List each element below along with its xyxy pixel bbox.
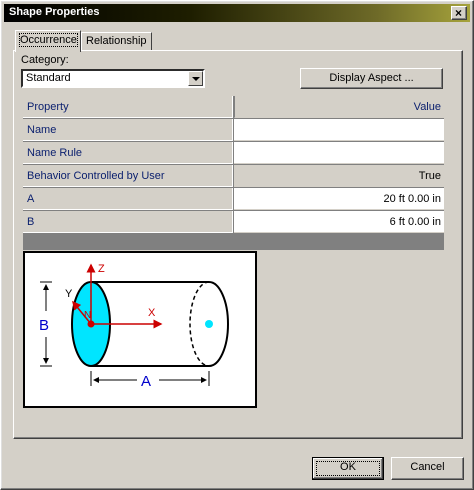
category-selected-value: Standard bbox=[26, 72, 71, 84]
focus-ring bbox=[316, 461, 380, 476]
cancel-button[interactable]: Cancel bbox=[391, 457, 464, 480]
y-axis-label: Y bbox=[65, 288, 73, 300]
shape-properties-dialog: Shape Properties × Occurrence Relationsh… bbox=[0, 0, 474, 490]
z-axis-label: Z bbox=[98, 263, 105, 275]
property-grid: Property Value Name Name Rule Behavior C… bbox=[23, 96, 444, 250]
tab-relationship[interactable]: Relationship bbox=[81, 32, 152, 51]
origin-point bbox=[87, 320, 95, 328]
dimension-a-label: A bbox=[141, 373, 151, 390]
tab-occurrence[interactable]: Occurrence bbox=[15, 30, 81, 52]
property-column-header: Property bbox=[23, 96, 233, 118]
table-row[interactable]: Behavior Controlled by User True bbox=[23, 165, 444, 188]
far-end-center bbox=[205, 320, 213, 328]
display-aspect-button[interactable]: Display Aspect ... bbox=[300, 68, 443, 89]
property-value-cell[interactable] bbox=[234, 119, 444, 141]
grid-header-row: Property Value bbox=[23, 96, 444, 119]
property-name-cell: Behavior Controlled by User bbox=[23, 165, 233, 187]
dimension-b-label: B bbox=[39, 317, 49, 334]
category-label: Category: bbox=[21, 54, 69, 66]
table-row[interactable]: A 20 ft 0.00 in bbox=[23, 188, 444, 211]
category-label-text: Category: bbox=[21, 54, 69, 66]
window-title: Shape Properties bbox=[9, 6, 100, 18]
property-name-cell: B bbox=[23, 211, 233, 233]
table-row[interactable]: B 6 ft 0.00 in bbox=[23, 211, 444, 234]
title-bar[interactable]: Shape Properties × bbox=[4, 4, 470, 22]
table-row[interactable]: Name Rule bbox=[23, 142, 444, 165]
close-button[interactable]: × bbox=[451, 6, 467, 20]
tab-occurrence-label: Occurrence bbox=[19, 33, 78, 47]
close-icon: × bbox=[455, 6, 463, 20]
value-column-header: Value bbox=[234, 96, 444, 118]
property-value-cell[interactable] bbox=[234, 142, 444, 164]
tab-relationship-label: Relationship bbox=[86, 35, 147, 47]
property-value-cell[interactable]: 6 ft 0.00 in bbox=[234, 211, 444, 233]
property-name-cell: Name bbox=[23, 119, 233, 141]
origin-label: N bbox=[84, 310, 91, 321]
category-select[interactable]: Standard bbox=[21, 69, 205, 88]
chevron-down-icon[interactable] bbox=[188, 71, 203, 86]
property-name-cell: Name Rule bbox=[23, 142, 233, 164]
property-value-cell[interactable]: 20 ft 0.00 in bbox=[234, 188, 444, 210]
ok-button[interactable]: OK bbox=[312, 457, 384, 480]
shape-diagram: Z X Y N B A bbox=[23, 251, 257, 408]
property-name-cell: A bbox=[23, 188, 233, 210]
table-row[interactable]: Name bbox=[23, 119, 444, 142]
x-axis-label: X bbox=[148, 307, 156, 319]
property-value-cell[interactable]: True bbox=[234, 165, 444, 187]
cylinder-drawing: Z X Y N B A bbox=[39, 263, 229, 390]
